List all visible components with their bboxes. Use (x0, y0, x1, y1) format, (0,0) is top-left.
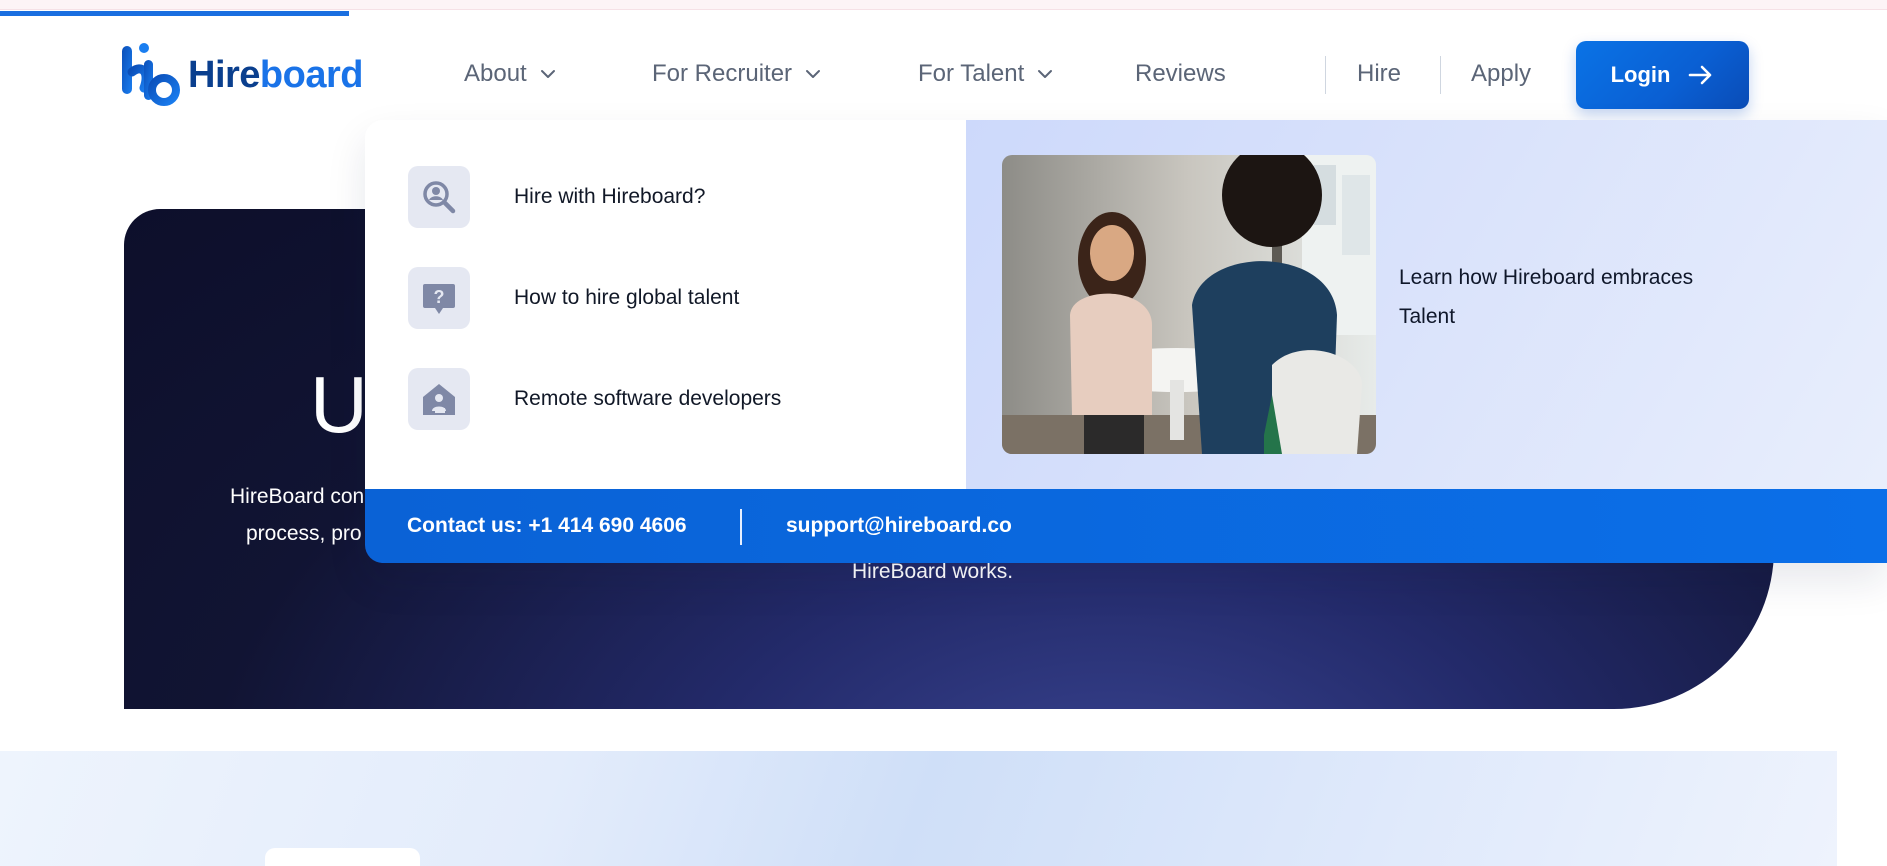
menu-item-hire-with-hireboard[interactable]: Hire with Hireboard? (408, 165, 928, 229)
promo-text[interactable]: Learn how Hireboard embraces Talent (1399, 258, 1739, 336)
nav-item-about[interactable]: About (464, 56, 557, 92)
hero-description-line: HireBoard works. (852, 560, 1014, 583)
nav-label: Reviews (1135, 60, 1226, 87)
nav-item-reviews[interactable]: Reviews (1135, 56, 1226, 92)
login-button[interactable]: Login (1576, 41, 1749, 109)
talent-mega-menu: Hire with Hireboard? ? How to hire globa… (365, 120, 1887, 563)
hero-description-line: HireBoard con (230, 485, 365, 508)
brand-logo[interactable]: Hireboard (120, 42, 363, 108)
menu-item-how-to-hire-global-talent[interactable]: ? How to hire global talent (408, 266, 928, 330)
contact-phone[interactable]: Contact us: +1 414 690 4606 (407, 489, 687, 563)
menu-item-remote-software-developers[interactable]: Remote software developers (408, 367, 928, 431)
menu-item-label: How to hire global talent (514, 286, 740, 309)
arrow-right-icon (1689, 65, 1712, 85)
nav-divider (1440, 56, 1441, 94)
home-worker-icon (408, 368, 470, 430)
brand-name-part2: board (259, 53, 364, 96)
lower-section-card (265, 848, 420, 866)
hero-description-line: process, pro (246, 522, 362, 545)
menu-item-label: Hire with Hireboard? (514, 185, 706, 208)
chevron-down-icon (1038, 70, 1053, 78)
interview-photo[interactable] (1002, 155, 1376, 454)
apply-label: Apply (1471, 60, 1532, 87)
brand-wordmark: Hireboard (188, 54, 363, 97)
nav-item-for-talent[interactable]: For Talent (918, 56, 1054, 92)
contact-bar: Contact us: +1 414 690 4606 support@hire… (365, 489, 1887, 563)
nav-label: For Talent (918, 60, 1025, 87)
nav-label: For Recruiter (652, 60, 793, 87)
contact-divider (740, 509, 742, 545)
hire-label: Hire (1357, 60, 1402, 87)
nav-divider (1325, 56, 1326, 94)
question-chat-icon: ? (408, 267, 470, 329)
nav-apply-link[interactable]: Apply (1471, 56, 1531, 92)
nav-label: About (464, 60, 527, 87)
chevron-down-icon (806, 70, 821, 78)
menu-promo-panel: Learn how Hireboard embraces Talent (966, 120, 1887, 489)
menu-links-panel: Hire with Hireboard? ? How to hire globa… (365, 120, 966, 489)
menu-item-label: Remote software developers (514, 387, 782, 410)
search-user-icon (408, 166, 470, 228)
top-strip (0, 0, 1887, 10)
nav-hire-link[interactable]: Hire (1357, 56, 1401, 92)
hero-title: U (310, 360, 368, 449)
chevron-down-icon (540, 70, 555, 78)
nav-item-for-recruiter[interactable]: For Recruiter (652, 56, 822, 92)
login-label: Login (1610, 62, 1671, 87)
svg-text:?: ? (434, 287, 445, 307)
brand-name-part1: Hire (188, 53, 260, 96)
hb-monogram-icon (122, 43, 180, 106)
contact-email-link[interactable]: support@hireboard.co (786, 489, 1012, 563)
site-header: Hireboard About For Recruiter For Talent… (0, 16, 1887, 126)
